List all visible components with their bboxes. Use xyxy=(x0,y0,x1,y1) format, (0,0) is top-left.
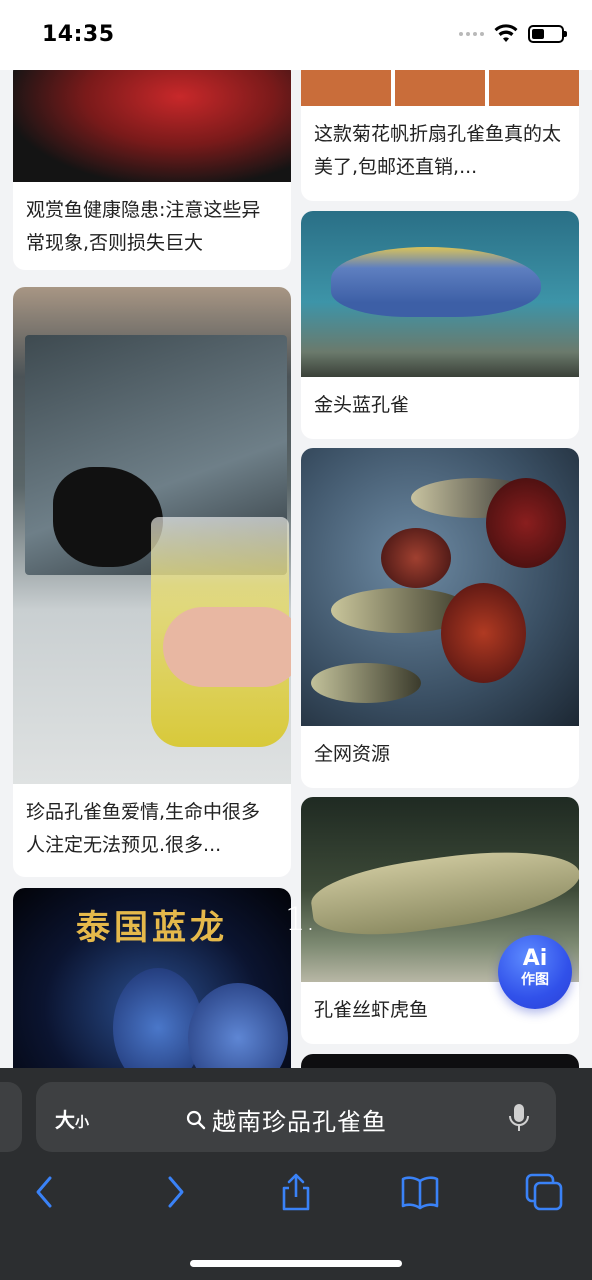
guppy-group-image[interactable] xyxy=(301,448,579,726)
card-caption: 珍品孔雀鱼爱情,生命中很多人注定无法预见.很多... xyxy=(26,801,261,856)
card-caption: 这款菊花帆折扇孔雀鱼真的太美了,包邮还直销,... xyxy=(314,123,562,178)
battery-icon xyxy=(528,25,567,43)
address-bar[interactable]: 大小 越南珍品孔雀鱼 xyxy=(36,1082,556,1152)
bookmarks-icon[interactable] xyxy=(400,1172,440,1212)
card-caption: 金头蓝孔雀 xyxy=(314,394,410,416)
cellular-signal-icon xyxy=(459,32,484,36)
status-icons xyxy=(459,24,567,44)
ai-draw-button[interactable]: Ai 作图 xyxy=(498,935,572,1009)
ai-button-label: Ai xyxy=(522,946,548,971)
home-indicator[interactable] xyxy=(190,1260,402,1267)
text-size-label: 大 xyxy=(55,1108,75,1132)
browser-bottom-bar: 大小 越南珍品孔雀鱼 xyxy=(0,1068,592,1280)
card-caption: 全网资源 xyxy=(314,743,391,765)
guppy-tank-image[interactable] xyxy=(301,70,579,106)
search-icon xyxy=(186,1110,206,1129)
text-size-button[interactable]: 大小 xyxy=(55,1104,89,1133)
status-time: 14:35 xyxy=(42,22,115,47)
back-icon[interactable] xyxy=(26,1172,66,1212)
feed-card[interactable]: 全网资源 xyxy=(301,448,579,788)
feed-card[interactable]: 泰国蓝龙 xyxy=(13,888,291,1070)
wifi-icon xyxy=(494,24,518,42)
card-caption: 观赏鱼健康隐患:注意这些异常现象,否则损失巨大 xyxy=(26,199,261,254)
search-query-text: 越南珍品孔雀鱼 xyxy=(212,1108,387,1136)
previous-tab-preview[interactable] xyxy=(0,1082,22,1152)
forward-icon[interactable] xyxy=(154,1172,194,1212)
ai-button-sublabel: 作图 xyxy=(521,972,549,988)
gold-head-blue-fish-image[interactable] xyxy=(301,211,579,377)
tabs-icon[interactable] xyxy=(524,1172,564,1212)
image-title-text: 泰国蓝龙 xyxy=(76,908,228,948)
status-bar: 14:35 xyxy=(0,0,592,70)
overlay-text: 1. xyxy=(285,900,316,938)
text-size-small-label: 小 xyxy=(75,1115,89,1131)
browser-toolbar xyxy=(0,1168,592,1228)
betta-fish-image[interactable] xyxy=(13,70,291,182)
fish-cup-video-thumbnail[interactable] xyxy=(13,287,291,784)
feed-card[interactable]: 金头蓝孔雀 xyxy=(301,211,579,439)
blue-dragon-guppy-image[interactable]: 泰国蓝龙 xyxy=(13,888,291,1070)
share-icon[interactable] xyxy=(276,1172,316,1212)
mic-icon[interactable] xyxy=(504,1102,534,1134)
feed-card[interactable]: 珍品孔雀鱼爱情,生命中很多人注定无法预见.很多... xyxy=(13,287,291,877)
feed-card[interactable]: 观赏鱼健康隐患:注意这些异常现象,否则损失巨大 xyxy=(13,70,291,270)
search-query-field[interactable]: 越南珍品孔雀鱼 xyxy=(186,1102,387,1137)
feed-card[interactable]: 这款菊花帆折扇孔雀鱼真的太美了,包邮还直销,... xyxy=(301,70,579,201)
